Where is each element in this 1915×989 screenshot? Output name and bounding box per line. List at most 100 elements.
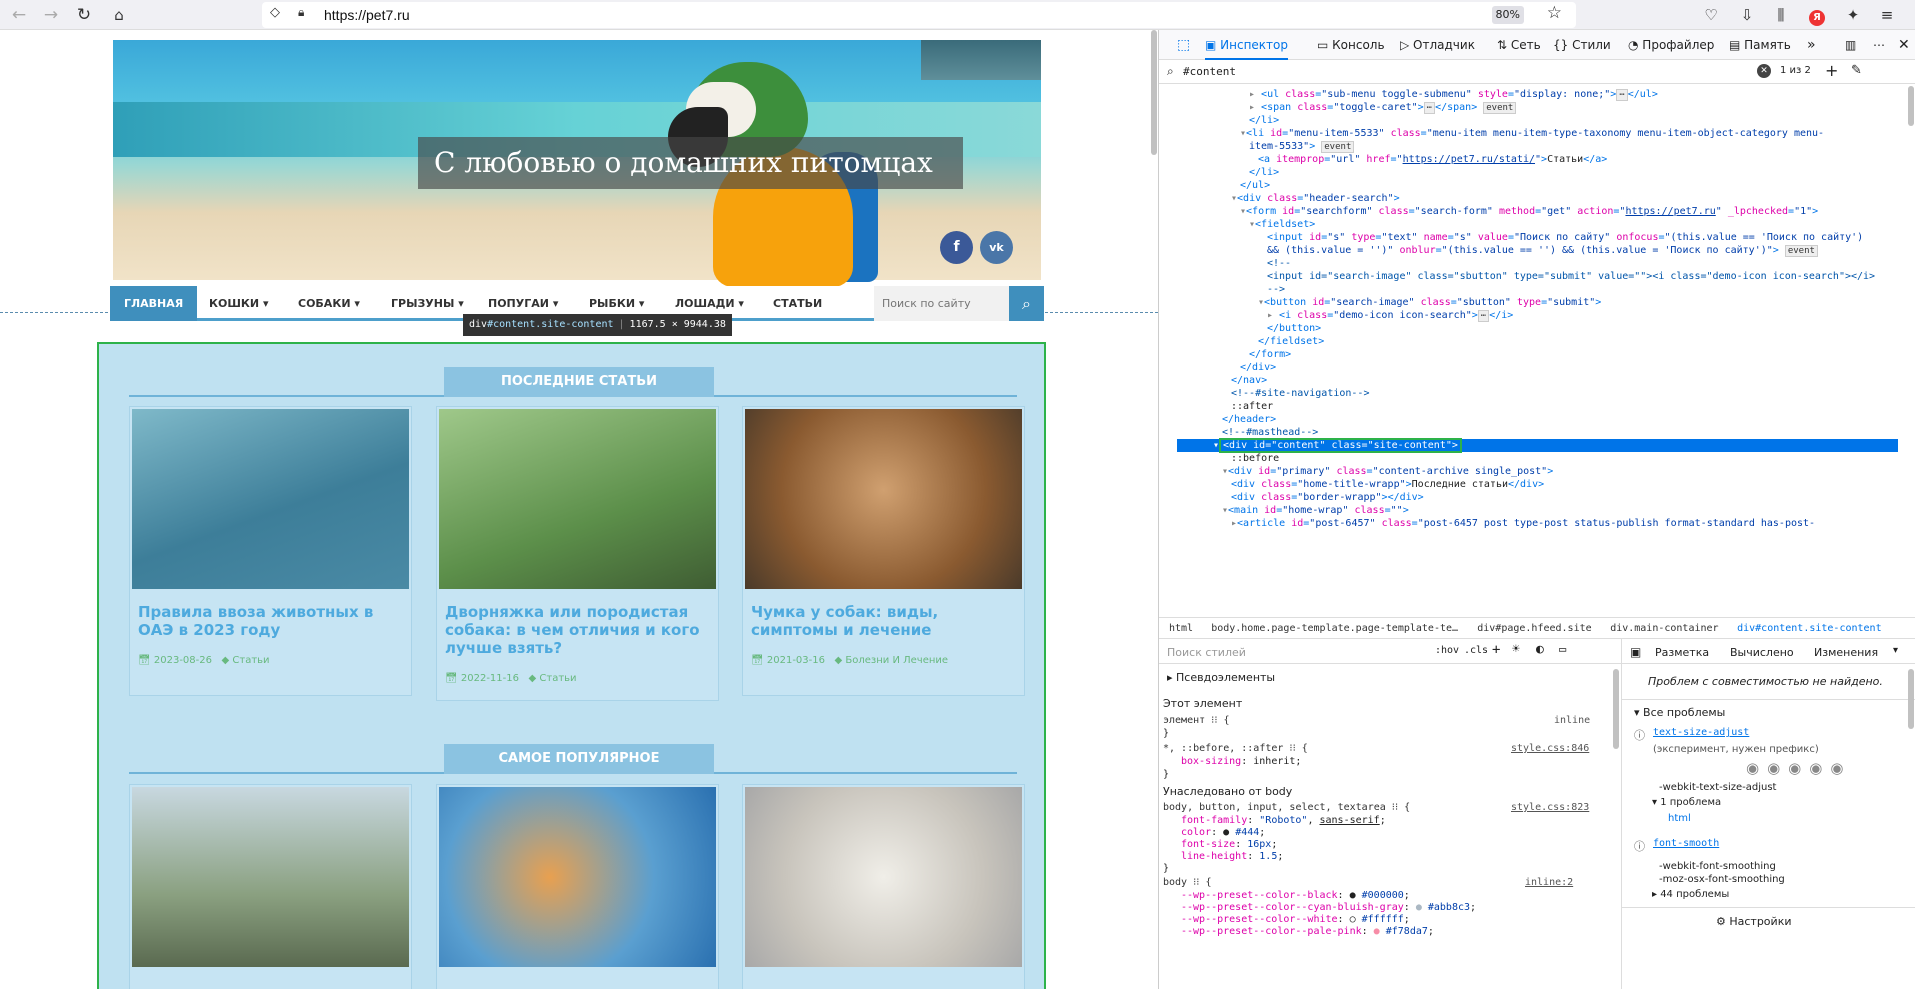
markup-line[interactable]: ▸ <i class="demo-icon icon-search"> ⋯ </i> (1177, 309, 1513, 322)
popular-card[interactable] (742, 784, 1025, 989)
markup-scrollbar[interactable] (1908, 86, 1914, 126)
home-icon[interactable]: ⌂ (108, 4, 130, 26)
markup-line[interactable]: </button> (1177, 322, 1321, 335)
fish-image[interactable] (439, 787, 716, 967)
markup-line[interactable]: ::after (1177, 400, 1273, 413)
breadcrumb-item[interactable]: div.main-container (1610, 619, 1718, 639)
markup-line[interactable]: <input id="search-image" class="sbutton"… (1177, 270, 1875, 283)
markup-line[interactable]: --> (1177, 283, 1285, 296)
close-devtools-icon[interactable]: ✕ (1898, 30, 1910, 60)
downloads-icon[interactable]: ⇩ (1736, 4, 1758, 26)
forward-icon[interactable]: → (40, 4, 62, 26)
tab-inspector[interactable]: ▣ Инспектор (1205, 30, 1289, 60)
library-icon[interactable]: ⫼ (1770, 4, 1792, 26)
url-text[interactable]: https://pet7.ru (324, 7, 410, 23)
extensions-icon[interactable]: ✦ (1842, 4, 1864, 26)
reload-icon[interactable]: ↻ (73, 4, 95, 26)
markup-line[interactable]: ▾<fieldset> (1177, 218, 1315, 231)
markup-line[interactable]: ▸ <ul class="sub-menu toggle-submenu" st… (1177, 88, 1658, 101)
pocket-icon[interactable]: ♡ (1700, 4, 1722, 26)
markup-line[interactable]: <div class="border-wrapp"></div> (1177, 491, 1424, 504)
rules-filter[interactable]: Поиск стилей (1167, 646, 1246, 659)
markup-line[interactable]: ::before (1177, 452, 1279, 465)
horses-image[interactable] (132, 787, 409, 967)
markup-line[interactable]: <!-- (1177, 257, 1291, 270)
lock-icon[interactable]: 🔒︎ (298, 5, 304, 20)
popular-card[interactable] (129, 784, 412, 989)
markup-line[interactable]: ▸<article id="post-6457" class="post-645… (1177, 517, 1815, 530)
back-icon[interactable]: ← (8, 4, 30, 26)
markup-line[interactable]: && (this.value = '')" onblur="(this.valu… (1177, 244, 1818, 257)
markup-line[interactable]: ▾<div id="primary" class="content-archiv… (1177, 465, 1553, 478)
zoom-indicator[interactable]: 80% (1491, 6, 1524, 24)
tab-styles[interactable]: {} Стили (1553, 30, 1611, 60)
cat-image[interactable] (745, 787, 1022, 967)
markup-line[interactable]: ▸ <span class="toggle-caret"> ⋯ </span> ev… (1177, 101, 1517, 114)
vk-icon[interactable]: vk (980, 231, 1013, 264)
markup-line[interactable]: </li> (1177, 166, 1279, 179)
site-search-input[interactable] (874, 286, 1009, 321)
article-title[interactable]: Чумка у собак: виды, симптомы и лечение (751, 603, 1016, 639)
tab-layout[interactable]: Разметка (1655, 646, 1709, 659)
article-image[interactable] (745, 409, 1022, 589)
markup-line[interactable]: item-5533"> event (1177, 140, 1355, 153)
article-title[interactable]: Правила ввоза животных в ОАЭ в 2023 году (138, 603, 403, 639)
article-card[interactable]: Дворняжка или породистая собака: в чем о… (436, 406, 719, 701)
tab-network[interactable]: ⇅ Сеть (1497, 30, 1541, 60)
nav-item-cats[interactable]: КОШКИ ▾ (209, 286, 269, 321)
more-tabs-icon[interactable]: » (1807, 30, 1816, 60)
selected-node[interactable]: ▾ <div id="content" class="site-content"> (1177, 438, 1898, 453)
markup-line[interactable]: ▾<main id="home-wrap" class=""> (1177, 504, 1409, 517)
tab-changes[interactable]: Изменения (1814, 646, 1878, 659)
url-bar[interactable]: ◇ 🔒︎ https://pet7.ru 80% ☆ (262, 2, 1576, 28)
markup-line[interactable]: <a itemprop="url" href="https://pet7.ru/… (1177, 153, 1607, 166)
add-rule-icon[interactable]: + (1492, 642, 1500, 658)
article-title[interactable]: Дворняжка или породистая собака: в чем о… (445, 603, 710, 657)
markup-line[interactable]: <div class="home-title-wrapp">Последние … (1177, 478, 1544, 491)
page-scrollbar[interactable] (1151, 30, 1157, 155)
tab-computed[interactable]: Вычислено (1730, 646, 1794, 659)
tab-console[interactable]: ▭ Консоль (1317, 30, 1385, 60)
article-image[interactable] (439, 409, 716, 589)
breadcrumb-item[interactable]: div#content.site-content (1737, 619, 1882, 639)
popular-card[interactable] (436, 784, 719, 989)
html-search-input[interactable]: #content (1183, 65, 1236, 78)
article-image[interactable] (132, 409, 409, 589)
markup-line[interactable]: </fieldset> (1177, 335, 1324, 348)
dark-theme-icon[interactable]: ◐ (1536, 642, 1544, 657)
markup-line[interactable]: ▾<button id="search-image" class="sbutto… (1177, 296, 1601, 309)
article-card[interactable]: Чумка у собак: виды, симптомы и лечение … (742, 406, 1025, 696)
shield-icon[interactable]: ◇ (270, 5, 280, 20)
markup-line[interactable]: </header> (1177, 413, 1276, 426)
eyedropper-icon[interactable]: ✎ (1851, 63, 1862, 78)
nav-item-home[interactable]: ГЛАВНАЯ (110, 286, 198, 321)
facebook-icon[interactable]: f (940, 231, 973, 264)
settings-button[interactable]: ⚙ Настройки (1716, 915, 1791, 928)
layout-toggle-icon[interactable]: ▣ (1630, 645, 1641, 659)
nav-item-dogs[interactable]: СОБАКИ ▾ (298, 286, 360, 321)
hover-toggle[interactable]: :hov (1435, 645, 1459, 656)
dock-icon[interactable]: ▥ (1845, 30, 1856, 60)
markup-line[interactable]: <!--#site-navigation--> (1177, 387, 1369, 400)
search-icon[interactable]: ⌕ (1009, 286, 1044, 321)
site-title[interactable]: С любовью о домашних питомцах (418, 137, 963, 189)
tab-memory[interactable]: ▤ Память (1729, 30, 1791, 60)
tab-debugger[interactable]: ▷ Отладчик (1400, 30, 1475, 60)
breadcrumb-item[interactable]: html (1169, 619, 1193, 639)
pick-element-icon[interactable]: ⬚ (1177, 30, 1190, 60)
tab-profiler[interactable]: ◔ Профайлер (1628, 30, 1714, 60)
menu-icon[interactable]: ≡ (1876, 4, 1898, 26)
breadcrumb-item[interactable]: body.home.page-template.page-template-te… (1211, 619, 1458, 639)
bookmark-star-icon[interactable]: ☆ (1547, 3, 1562, 23)
markup-line[interactable]: ▾<div class="header-search"> (1177, 192, 1400, 205)
more-options-icon[interactable]: ⋯ (1873, 30, 1885, 60)
markup-line[interactable]: </ul> (1177, 179, 1270, 192)
markup-line[interactable]: <input id="s" type="text" name="s" value… (1177, 231, 1863, 244)
cls-toggle[interactable]: .cls (1464, 645, 1488, 656)
nav-item-rodents[interactable]: ГРЫЗУНЫ ▾ (391, 286, 464, 321)
breadcrumb-item[interactable]: div#page.hfeed.site (1477, 619, 1591, 639)
markup-line[interactable]: </form> (1177, 348, 1291, 361)
clear-search-icon[interactable]: ✕ (1757, 64, 1771, 78)
nav-item-articles[interactable]: СТАТЬИ (773, 286, 822, 321)
light-theme-icon[interactable]: ☀ (1512, 642, 1520, 657)
